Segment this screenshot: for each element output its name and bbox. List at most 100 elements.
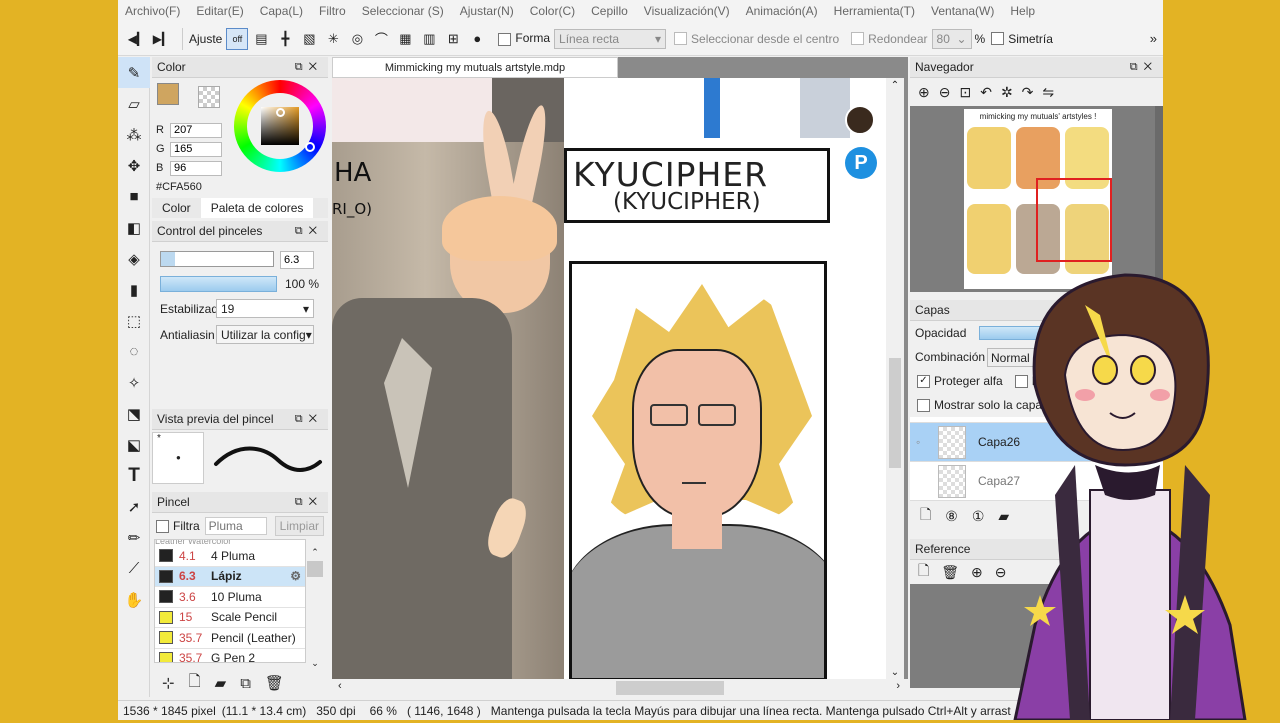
canvas-horizontal-scrollbar[interactable]: ‹ › [332, 679, 908, 697]
show-only-checkbox[interactable] [917, 398, 930, 412]
move-tool-icon[interactable]: ✥ [118, 150, 150, 181]
panel-controls[interactable]: ⧉✕ [295, 225, 323, 238]
brush-list-item[interactable]: 15 Scale Pencil [155, 607, 305, 628]
menu-item[interactable]: Filtro [319, 4, 346, 18]
size-slider[interactable] [160, 251, 274, 267]
antialias-select[interactable]: Utilizar la config ▾ [216, 325, 314, 344]
filter-checkbox[interactable] [156, 519, 169, 533]
copy-brush-icon[interactable]: ⧉ [240, 675, 251, 692]
color-wheel[interactable] [234, 80, 326, 172]
new-layer8-icon[interactable]: ⑧ [945, 508, 958, 525]
canvas-vertical-scrollbar[interactable]: ⌃ ⌄ [886, 78, 904, 680]
snap-curve-icon[interactable]: ⌒ [370, 28, 392, 50]
document-tab[interactable]: Mimmicking my mutuals artstyle.mdp [332, 57, 618, 78]
snap-circle-icon[interactable]: ◎ [346, 28, 368, 50]
eyedropper-tool-icon[interactable]: ⟋ [118, 553, 150, 584]
zoom-fit-icon[interactable]: ⊡ [959, 84, 971, 101]
brush-list-item[interactable]: 4.1 4 Pluma [155, 546, 305, 567]
gradient-tool-icon[interactable]: ▮ [118, 274, 150, 305]
snap-grid-icon[interactable]: ▦ [394, 28, 416, 50]
select-rect-tool-icon[interactable]: ⬚ [118, 305, 150, 336]
g-input[interactable] [170, 141, 222, 157]
r-input[interactable] [170, 122, 222, 138]
protect-alpha-checkbox[interactable]: ✓ [917, 374, 930, 388]
menu-item[interactable]: Ventana(W) [931, 4, 994, 18]
brush-list-item[interactable]: 35.7 Pencil (Leather) [155, 628, 305, 649]
new-brush-icon[interactable]: 🗋 [189, 671, 201, 696]
snap-cross-icon[interactable]: ╋ [274, 28, 296, 50]
forma-checkbox[interactable] [498, 32, 512, 46]
navigator-viewport-frame[interactable] [1036, 178, 1112, 262]
menu-item[interactable]: Cepillo [591, 4, 628, 18]
new-layer-icon[interactable]: 🗋 [920, 504, 931, 528]
snap-off-button[interactable]: off [226, 27, 249, 50]
panel-controls[interactable]: ⧉✕ [1130, 61, 1158, 74]
hand-tool-icon[interactable]: ✋ [118, 584, 150, 615]
menu-item[interactable]: Color(C) [530, 4, 575, 18]
snap-parallel-icon[interactable]: ▤ [250, 28, 272, 50]
snap-perspective-icon[interactable]: ⊞ [442, 28, 464, 50]
reference-delete-icon[interactable]: 🗑 [941, 564, 959, 581]
forma-select[interactable]: Línea recta ▾ [554, 28, 667, 49]
snap-diagonal-icon[interactable]: ▧ [298, 28, 320, 50]
filter-input[interactable] [204, 517, 267, 535]
gradient-mask-tool-icon[interactable]: ◧ [118, 212, 150, 243]
menu-item[interactable]: Help [1010, 4, 1035, 18]
rotate-reset-icon[interactable]: ✲ [1001, 84, 1013, 101]
size-input[interactable] [280, 251, 314, 269]
divide-tool-icon[interactable]: ✏ [118, 522, 150, 553]
next-icon[interactable]: ▶▎ [151, 28, 173, 50]
flip-icon[interactable]: ⇋ [1042, 84, 1054, 101]
simetria-checkbox[interactable] [991, 32, 1005, 45]
opacity-slider[interactable] [160, 276, 277, 292]
rect-fill-tool-icon[interactable]: ■ [118, 181, 150, 212]
brush-list-scrollbar[interactable]: ⌃ ⌄ [306, 547, 324, 671]
reference-zoom-in-icon[interactable]: ⊕ [971, 564, 983, 581]
new-layer1-icon[interactable]: ① [972, 508, 985, 525]
transparent-swatch[interactable] [198, 86, 220, 108]
select-eraser-tool-icon[interactable]: ⬕ [118, 429, 150, 460]
menu-item[interactable]: Capa(L) [260, 4, 303, 18]
bucket-tool-icon[interactable]: ◈ [118, 243, 150, 274]
foreground-color-swatch[interactable] [157, 83, 179, 105]
select-pen-tool-icon[interactable]: ⬔ [118, 398, 150, 429]
panel-controls[interactable]: ⧉✕ [295, 413, 323, 426]
rotate-right-icon[interactable]: ↷ [1022, 84, 1034, 101]
menu-item[interactable]: Seleccionar (S) [362, 4, 444, 18]
clear-button[interactable]: Limpiar [274, 516, 325, 536]
brush-tool-icon[interactable]: ✎ [118, 57, 150, 88]
menu-item[interactable]: Herramienta(T) [834, 4, 915, 18]
gear-icon[interactable]: ⚙ [290, 569, 301, 583]
snap-radial-icon[interactable]: ✳ [322, 28, 344, 50]
brush-list-item[interactable]: 3.6 10 Pluma [155, 587, 305, 608]
stabilizer-select[interactable]: 19 ▾ [216, 299, 314, 318]
tab-color[interactable]: Color [152, 198, 201, 218]
b-input[interactable] [170, 160, 222, 176]
snap-grid2-icon[interactable]: ▥ [418, 28, 440, 50]
panel-controls[interactable]: ⧉✕ [295, 496, 323, 509]
visibility-icon[interactable]: ◦ [916, 435, 928, 449]
panel-controls[interactable]: ⧉✕ [295, 61, 323, 74]
rotate-left-icon[interactable]: ↶ [980, 84, 992, 101]
menu-item[interactable]: Editar(E) [196, 4, 243, 18]
folder-icon[interactable]: ▰ [215, 674, 227, 692]
brush-list-item[interactable]: 6.3 Lápiz ⚙ [155, 566, 305, 587]
zoom-out-icon[interactable]: ⊖ [939, 84, 951, 101]
brush-list-item[interactable]: 35.7 G Pen 2 [155, 648, 305, 662]
menu-item[interactable]: Animación(A) [746, 4, 818, 18]
redondear-checkbox[interactable] [851, 32, 865, 45]
add-brush-icon[interactable]: ⊹ [162, 674, 175, 692]
prev-icon[interactable]: ◀▎ [126, 28, 148, 50]
delete-brush-icon[interactable]: 🗑 [265, 674, 284, 692]
zoom-in-icon[interactable]: ⊕ [918, 84, 930, 101]
text-tool-icon[interactable]: T [118, 460, 150, 491]
dot-icon[interactable]: ● [466, 28, 488, 50]
menu-item[interactable]: Archivo(F) [125, 4, 180, 18]
lasso-tool-icon[interactable]: ◌ [118, 336, 150, 367]
toolbar-more-button[interactable]: » [1150, 31, 1157, 46]
menu-item[interactable]: Ajustar(N) [460, 4, 514, 18]
menu-item[interactable]: Visualización(V) [644, 4, 730, 18]
reference-new-icon[interactable]: 🗋 [918, 560, 929, 584]
magic-wand-tool-icon[interactable]: ✧ [118, 367, 150, 398]
eraser-tool-icon[interactable]: ▱ [118, 88, 150, 119]
